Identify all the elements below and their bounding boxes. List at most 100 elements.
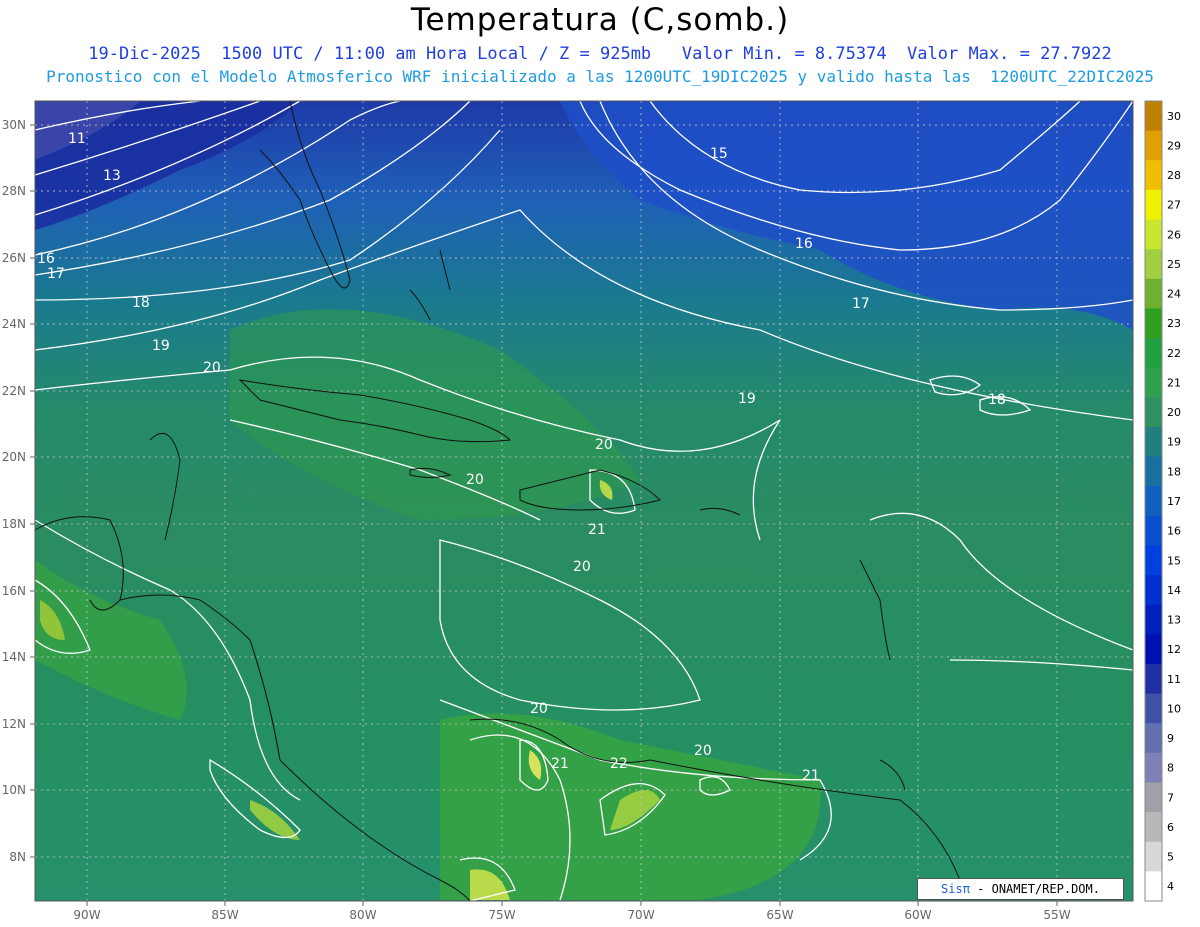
colorbar-tick-label: 7	[1167, 791, 1174, 804]
colorbar-tick-label: 24	[1167, 288, 1181, 301]
colorbar-tick-label: 14	[1167, 584, 1181, 597]
contour-label: 21	[588, 522, 606, 538]
colorbar-tick-label: 10	[1167, 702, 1181, 715]
contour-label: 16	[795, 236, 813, 252]
colorbar-swatch	[1145, 782, 1162, 813]
colorbar-swatch	[1145, 575, 1162, 606]
contour-label: 15	[710, 146, 728, 162]
colorbar-swatch	[1145, 693, 1162, 724]
colorbar-tick-label: 26	[1167, 228, 1181, 241]
contour-label: 13	[103, 168, 121, 184]
contour-label: 16	[37, 251, 55, 267]
lat-label: 8N	[9, 850, 26, 864]
contour-label: 20	[573, 559, 591, 575]
contour-label: 18	[988, 392, 1006, 408]
colorbar-tick-label: 11	[1167, 673, 1181, 686]
colorbar-tick-label: 22	[1167, 347, 1181, 360]
colorbar-tick-label: 5	[1167, 851, 1174, 864]
latitude-axis: 30N 28N 26N 24N 22N 20N 18N 16N 14N 12N …	[2, 118, 26, 864]
colorbar-swatch	[1145, 219, 1162, 250]
lat-label: 30N	[2, 118, 26, 132]
contour-label: 20	[694, 743, 712, 759]
colorbar-tick-label: 16	[1167, 525, 1181, 538]
colorbar-swatch	[1145, 486, 1162, 517]
colorbar-tick-label: 23	[1167, 317, 1181, 330]
colorbar-swatch	[1145, 515, 1162, 546]
colorbar-swatch	[1145, 278, 1162, 309]
lon-label: 65W	[766, 908, 793, 922]
colorbar-swatch	[1145, 189, 1162, 221]
lat-label: 20N	[2, 450, 26, 464]
colorbar-swatch	[1145, 723, 1162, 754]
colorbar-tick-label: 27	[1167, 199, 1181, 212]
map-plot-area	[34, 100, 1134, 902]
colorbar-tick-label: 21	[1167, 376, 1181, 389]
contour-label: 21	[802, 768, 820, 784]
contour-label: 19	[152, 338, 170, 354]
lat-label: 18N	[2, 517, 26, 531]
colorbar: 30 29 28 27 26 25 24 23 22 21 20 19 18 17 16 15 14 13 12 11…	[1144, 100, 1181, 902]
lon-label: 85W	[211, 908, 238, 922]
colorbar-swatch	[1145, 841, 1162, 872]
colorbar-tick-label: 29	[1167, 139, 1181, 152]
colorbar-swatch	[1145, 338, 1162, 369]
colorbar-swatch	[1145, 604, 1162, 635]
colorbar-tick-label: 4	[1167, 880, 1174, 893]
colorbar-tick-label: 6	[1167, 821, 1174, 834]
lat-label: 16N	[2, 584, 26, 598]
lat-label: 12N	[2, 717, 26, 731]
colorbar-tick-label: 13	[1167, 614, 1181, 627]
colorbar-tick-label: 30	[1167, 110, 1181, 123]
colorbar-tick-label: 19	[1167, 436, 1181, 449]
colorbar-swatch	[1145, 397, 1162, 428]
colorbar-swatch	[1145, 101, 1162, 132]
colorbar-swatch	[1145, 663, 1162, 695]
colorbar-swatch	[1145, 308, 1162, 339]
lat-label: 24N	[2, 317, 26, 331]
colorbar-tick-label: 8	[1167, 762, 1174, 775]
contour-label: 20	[466, 472, 484, 488]
colorbar-tick-label: 18	[1167, 465, 1181, 478]
contour-label: 19	[738, 391, 756, 407]
lon-label: 75W	[488, 908, 515, 922]
colorbar-swatch	[1145, 812, 1162, 843]
colorbar-tick-label: 25	[1167, 258, 1181, 271]
colorbar-tick-label: 17	[1167, 495, 1181, 508]
contour-label: 20	[595, 437, 613, 453]
lon-label: 55W	[1043, 908, 1070, 922]
contour-label: 17	[852, 296, 870, 312]
lat-label: 10N	[2, 783, 26, 797]
credit-text: - ONAMET/REP.DOM.	[969, 882, 1100, 896]
colorbar-swatch	[1145, 367, 1162, 398]
contour-label: 20	[203, 360, 221, 376]
colorbar-swatch	[1145, 752, 1162, 783]
contour-label: 17	[47, 266, 65, 282]
colorbar-swatch	[1145, 249, 1162, 280]
lon-label: 60W	[904, 908, 931, 922]
lon-label: 70W	[627, 908, 654, 922]
sispi-logo: Sisπ	[941, 882, 970, 896]
lon-label: 80W	[349, 908, 376, 922]
lat-label: 26N	[2, 251, 26, 265]
contour-label: 21	[551, 756, 569, 772]
colorbar-tick-label: 9	[1167, 732, 1174, 745]
colorbar-swatch	[1145, 871, 1162, 902]
lat-label: 28N	[2, 184, 26, 198]
contour-label: 20	[530, 701, 548, 717]
contour-label: 18	[132, 295, 150, 311]
lon-label: 90W	[73, 908, 100, 922]
colorbar-swatch	[1145, 545, 1162, 576]
longitude-axis: 90W 85W 80W 75W 70W 65W 60W 55W	[73, 908, 1070, 922]
contour-label: 11	[68, 131, 86, 147]
colorbar-swatch	[1145, 456, 1162, 487]
colorbar-tick-label: 20	[1167, 406, 1181, 419]
contour-label: 22	[610, 756, 628, 772]
colorbar-tick-label: 12	[1167, 643, 1181, 656]
credit-box: Sisπ - ONAMET/REP.DOM.	[917, 878, 1124, 900]
temperature-map: 11 13 15 16 16 17 17 18 18 19 19 20 20 2…	[2, 100, 1181, 922]
colorbar-swatch	[1145, 160, 1162, 191]
colorbar-swatch	[1145, 130, 1162, 161]
colorbar-swatch	[1145, 426, 1162, 458]
colorbar-swatch	[1145, 634, 1162, 665]
colorbar-tick-label: 28	[1167, 169, 1181, 182]
